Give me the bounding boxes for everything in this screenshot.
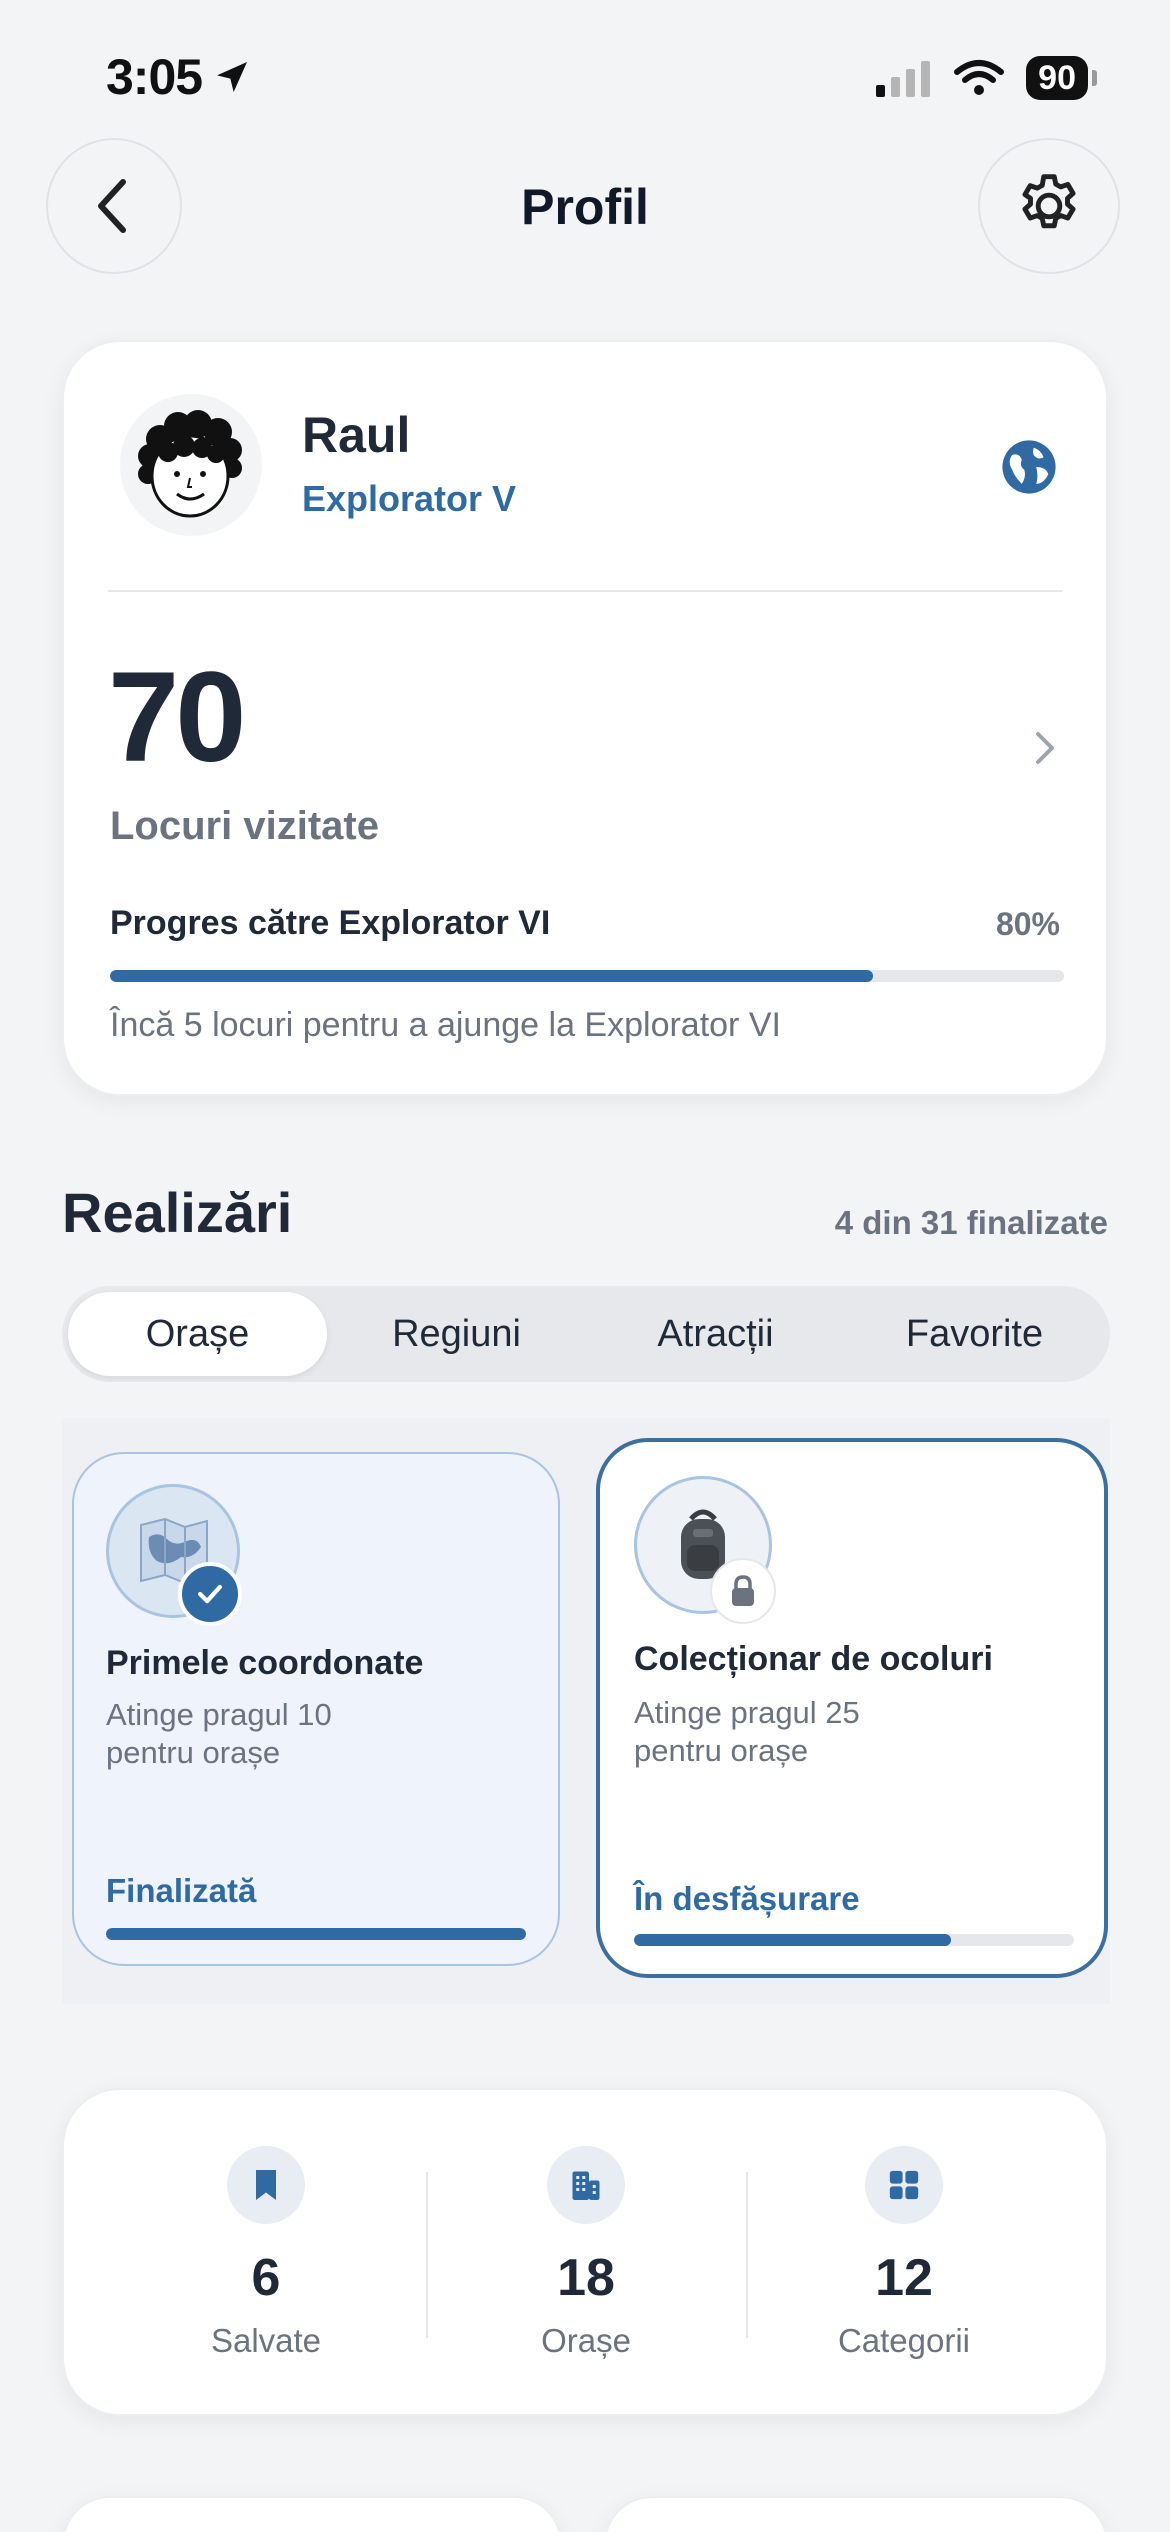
check-badge [178,1562,242,1626]
tab-regiuni[interactable]: Regiuni [327,1292,586,1376]
lock-icon [732,1575,754,1606]
lock-badge [710,1558,776,1624]
achievement-status: În desfășurare [634,1880,860,1917]
profile-name: Raul [302,407,411,463]
globe-icon[interactable] [1000,438,1058,496]
achievement-desc-line2: pentru orașe [634,1733,809,1768]
profile-card: Raul Explorator V 70 Locuri vizitate Pro… [62,340,1108,1096]
achievement-desc-line1: Atinge pragul 25 [634,1695,860,1730]
progress-percent: 80% [995,906,1060,942]
stat-label: Categorii [837,2322,971,2359]
bottom-card-left[interactable] [62,2496,562,2532]
achievement-card-completed[interactable]: Primele coordonate Atinge pragul 10 pent… [72,1452,560,1966]
achievement-desc-line1: Atinge pragul 10 [106,1697,332,1732]
tab-favorite[interactable]: Favorite [845,1292,1104,1376]
battery-indicator: 90 [1026,56,1097,100]
achievement-title: Colecționar de ocoluri [634,1640,993,1678]
bookmark-icon [256,2170,276,2200]
stats-card: 6 Salvate 18 Orașe 12 Categorii [62,2088,1108,2416]
stat-icon-wrap [547,2146,625,2224]
stat-icon-wrap [227,2146,305,2224]
achievement-status: Finalizată [106,1872,257,1909]
stat-value: 6 [251,2249,281,2307]
stat-divider [746,2172,748,2338]
stat-divider [426,2172,428,2338]
gear-icon [1022,174,1076,229]
progress-hint: Încă 5 locuri pentru a ajunge la Explora… [110,1006,781,1044]
stat-saved[interactable]: 6 Salvate [116,2146,416,2360]
tab-orase[interactable]: Orașe [68,1292,327,1376]
time-text: 3:05 [106,49,203,105]
grid-icon [889,2170,919,2200]
stat-label: Orașe [541,2322,631,2359]
settings-button[interactable] [978,138,1120,274]
location-arrow-icon [217,62,248,92]
profile-level: Explorator V [302,478,517,519]
achievement-progress-bar [634,1934,1074,1946]
stat-categories[interactable]: 12 Categorii [754,2146,1054,2360]
stat-label: Salvate [210,2322,322,2359]
building-icon [572,2171,600,2200]
achievement-progress-bar [106,1928,526,1940]
tab-atractii[interactable]: Atracții [586,1292,845,1376]
achievement-progress-fill [634,1934,951,1946]
progress-label: Progres către Explorator VI [110,904,551,942]
stat-cities[interactable]: 18 Orașe [436,2146,736,2360]
stat-value: 12 [875,2249,933,2307]
avatar [120,394,262,536]
achievement-progress-fill [106,1928,526,1940]
signal-icon [876,61,931,97]
achievement-tabs: Orașe Regiuni Atracții Favorite [62,1286,1110,1382]
visited-count: 70 [108,646,246,789]
checkmark-icon [197,1584,223,1604]
achievement-title: Primele coordonate [106,1644,424,1682]
globe-icon-svg [1002,440,1056,494]
chevron-right-icon [1036,732,1054,764]
divider [108,590,1062,592]
achievement-list: Primele coordonate Atinge pragul 10 pent… [62,1418,1110,2004]
avatar-face-icon [138,410,242,518]
status-indicators: 90 [876,56,1097,100]
visited-label: Locuri vizitate [110,804,379,848]
level-progress-fill [110,970,874,982]
bottom-card-right[interactable] [604,2496,1108,2532]
status-time: 3:05 [106,48,252,106]
level-progress-bar [110,970,1064,982]
achievement-desc-line2: pentru orașe [106,1735,281,1770]
achievement-card-in-progress[interactable]: Colecționar de ocoluri Atinge pragul 25 … [596,1438,1108,1978]
stat-icon-wrap [865,2146,943,2224]
achievements-summary: 4 din 31 finalizate [834,1204,1108,1241]
stat-value: 18 [557,2249,615,2307]
achievements-title: Realizări [62,1181,293,1244]
wifi-icon [954,60,1005,95]
visited-details-chevron[interactable] [1030,728,1060,773]
